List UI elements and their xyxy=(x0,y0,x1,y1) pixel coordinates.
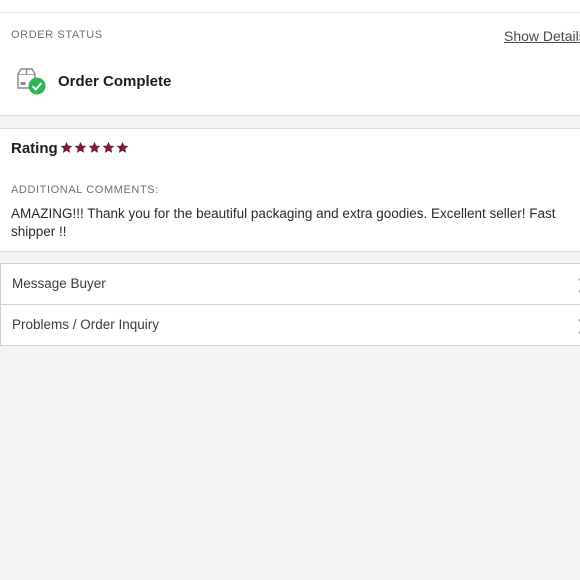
additional-comments-label: ADDITIONAL COMMENTS: xyxy=(11,184,159,196)
additional-comments-text: AMAZING!!! Thank you for the beautiful p… xyxy=(11,206,556,239)
message-buyer-row[interactable]: Message Buyer ❯ xyxy=(0,264,580,304)
star-rating xyxy=(60,141,129,154)
order-inquiry-label: Problems / Order Inquiry xyxy=(12,317,160,332)
rating-label: Rating xyxy=(11,140,58,157)
star-icon xyxy=(116,141,129,153)
order-inquiry-row[interactable]: Problems / Order Inquiry ❯ xyxy=(0,304,580,345)
star-icon xyxy=(102,141,115,153)
message-buyer-label: Message Buyer xyxy=(12,276,106,291)
action-list: Message Buyer ❯ Problems / Order Inquiry… xyxy=(0,263,580,346)
order-status-card: ORDER STATUS Show Details Order Complete xyxy=(0,0,580,116)
box-check-icon xyxy=(17,68,46,95)
order-status-text: Order Complete xyxy=(58,73,172,90)
rating-card: Rating ADDITIONAL COMMENTS: AMAZING!!! T… xyxy=(0,128,580,252)
show-details-link[interactable]: Show Details xyxy=(504,28,580,44)
chevron-right-icon: ❯ xyxy=(576,317,580,334)
divider xyxy=(0,12,580,13)
star-icon xyxy=(60,141,73,153)
order-details-page: ORDER STATUS Show Details Order Complete… xyxy=(0,0,580,580)
star-icon xyxy=(74,141,87,153)
chevron-right-icon: ❯ xyxy=(576,276,580,293)
order-status-label: ORDER STATUS xyxy=(11,29,103,41)
star-icon xyxy=(88,141,101,153)
